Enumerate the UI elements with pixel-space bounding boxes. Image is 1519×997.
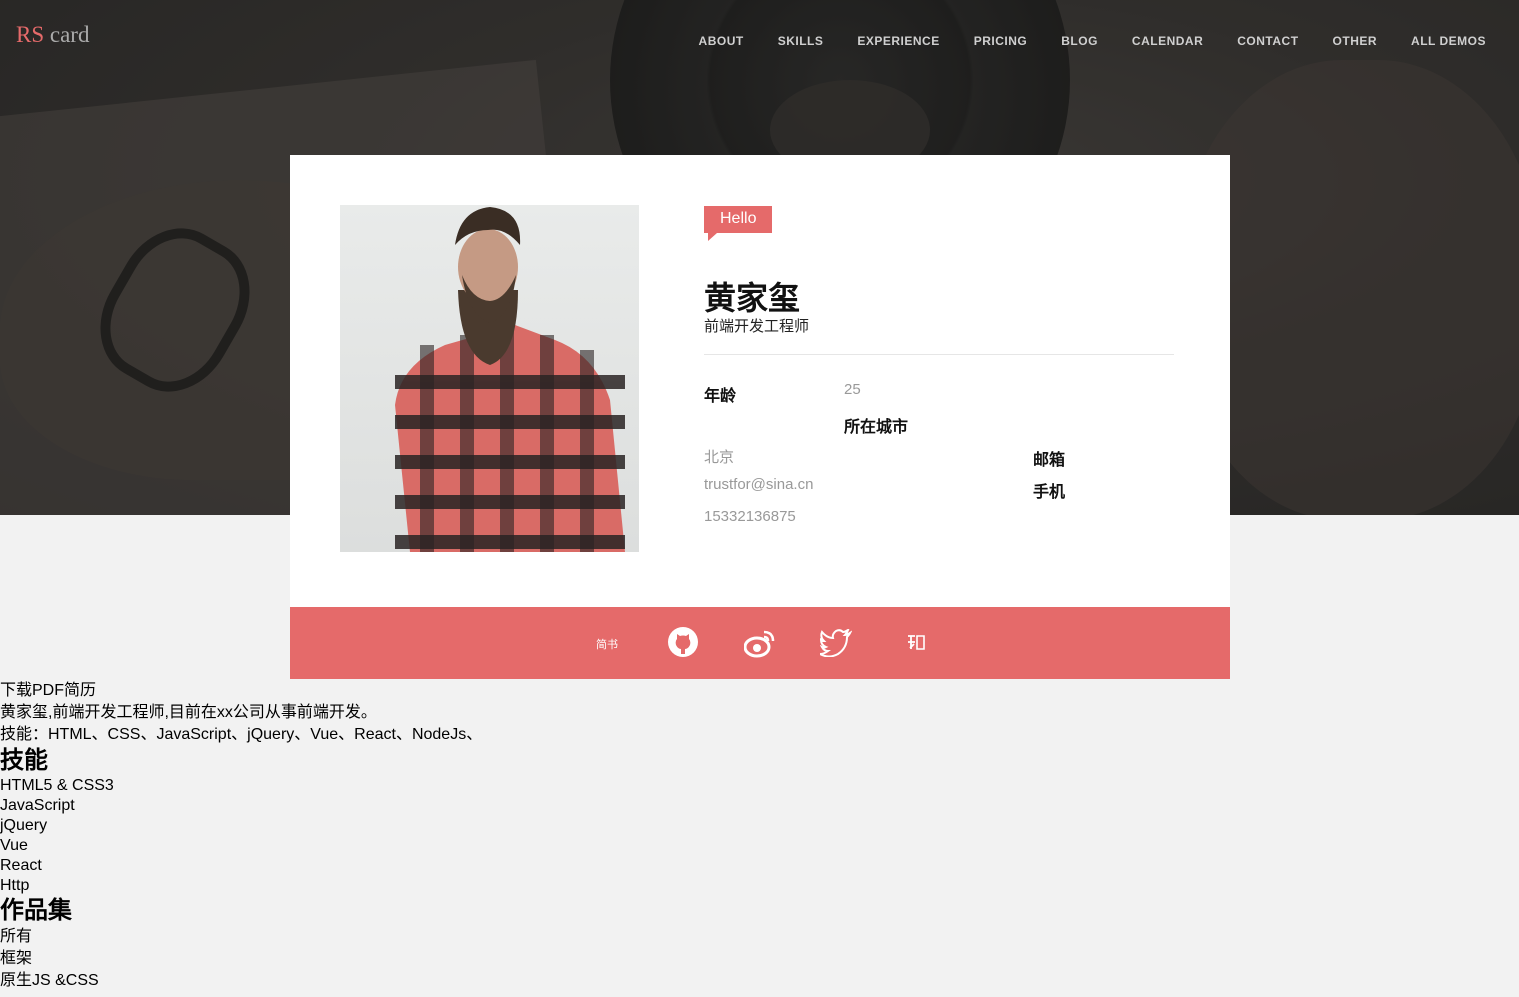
- phone-label: 手机: [1033, 484, 1066, 501]
- jianshu-link[interactable]: 简书: [596, 636, 618, 652]
- age-value: 25: [844, 381, 861, 398]
- portfolio-heading: 作品集: [0, 897, 72, 924]
- skill-item: HTML5 & CSS3: [0, 777, 114, 794]
- site-logo[interactable]: RS card: [16, 22, 89, 48]
- intro-text: 黄家玺,前端开发工程师,目前在xx公司从事前端开发。: [0, 704, 377, 721]
- skill-item: jQuery: [0, 817, 48, 834]
- weibo-icon[interactable]: [743, 628, 776, 663]
- profile-card: Hello 黄家玺 前端开发工程师 年龄 25 所在城市 北京 邮箱 trust…: [290, 155, 1230, 607]
- skills-summary: 技能：HTML、CSS、JavaScript、jQuery、Vue、React、…: [0, 726, 483, 743]
- filter-frameworks[interactable]: 框架: [0, 948, 482, 970]
- age-label: 年龄: [704, 388, 737, 405]
- logo-secondary: card: [49, 22, 90, 47]
- nav-calendar[interactable]: CALENDAR: [1132, 34, 1203, 48]
- email-value[interactable]: trustfor@sina.cn: [704, 476, 813, 493]
- hello-badge: Hello: [704, 206, 773, 241]
- nav-other[interactable]: OTHER: [1333, 34, 1378, 48]
- nav-experience[interactable]: EXPERIENCE: [857, 34, 939, 48]
- phone-value: 15332136875: [704, 508, 796, 525]
- nav-about[interactable]: ABOUT: [699, 34, 744, 48]
- filter-native-js-css[interactable]: 原生JS &CSS: [0, 970, 482, 992]
- github-icon[interactable]: [667, 626, 699, 663]
- skill-item: JavaScript: [0, 797, 75, 814]
- profile-name: 黄家玺: [704, 280, 801, 316]
- skill-item: Vue: [0, 837, 28, 854]
- nav-blog[interactable]: BLOG: [1061, 34, 1098, 48]
- skills-heading: 技能: [0, 747, 48, 774]
- skill-item: Http: [0, 877, 30, 894]
- zhihu-icon[interactable]: [906, 633, 926, 656]
- logo-primary: RS: [16, 22, 45, 47]
- divider: [704, 354, 1174, 355]
- city-label: 所在城市: [844, 419, 909, 436]
- city-value: 北京: [704, 449, 735, 466]
- nav-skills[interactable]: SKILLS: [778, 34, 824, 48]
- nav-all-demos[interactable]: ALL DEMOS: [1411, 34, 1486, 48]
- profile-title: 前端开发工程师: [704, 318, 810, 335]
- main-nav: ABOUT SKILLS EXPERIENCE PRICING BLOG CAL…: [699, 34, 1486, 48]
- filter-all[interactable]: 所有: [0, 926, 482, 948]
- download-pdf-link[interactable]: 下载PDF简历: [0, 680, 482, 702]
- social-bar: 简书: [290, 607, 1230, 679]
- nav-contact[interactable]: CONTACT: [1237, 34, 1298, 48]
- twitter-icon[interactable]: [816, 627, 853, 662]
- skill-item: React: [0, 857, 42, 874]
- about-section: 下载PDF简历 黄家玺,前端开发工程师,目前在xx公司从事前端开发。 技能：HT…: [0, 680, 482, 992]
- email-label: 邮箱: [1033, 452, 1066, 469]
- nav-pricing[interactable]: PRICING: [974, 34, 1028, 48]
- profile-photo: [340, 205, 639, 552]
